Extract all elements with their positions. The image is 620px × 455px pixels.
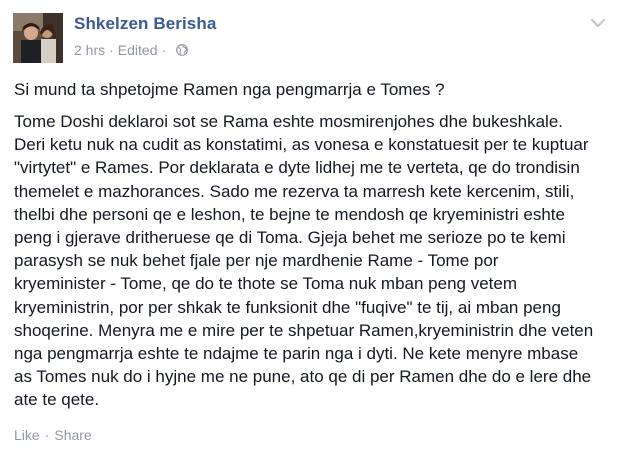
post-body-line: thelbi dhe personi qe e leshon, te bejne… bbox=[14, 204, 565, 224]
chevron-down-icon[interactable] bbox=[590, 18, 606, 28]
like-link[interactable]: Like bbox=[14, 427, 40, 443]
post-body-line: Tome Doshi deklaroi sot se Rama eshte mo… bbox=[14, 112, 563, 131]
post-body-line: ate te qete. bbox=[14, 390, 100, 410]
avatar[interactable] bbox=[13, 13, 63, 63]
edited-label[interactable]: Edited bbox=[118, 42, 158, 58]
meta-separator-2: · bbox=[161, 42, 167, 58]
post-body-line: kryeminister - Tome, qe do te thote se T… bbox=[14, 274, 518, 294]
post-body-line: Deri ketu nuk na cudit as konstatimi, as… bbox=[14, 135, 589, 155]
post-body-line: as Tomes nuk do i hyjne me ne pune, ato … bbox=[14, 367, 592, 387]
share-link[interactable]: Share bbox=[54, 427, 91, 443]
post-body-line: themelet e mazhorances. Sado me rezerva … bbox=[14, 181, 575, 201]
post-body-line: peng i gjerave dritheruese qe di Toma. G… bbox=[14, 228, 566, 248]
actions-separator: · bbox=[44, 427, 50, 443]
post-body-line: parasysh se nuk behet fjale per nje mard… bbox=[14, 251, 499, 271]
meta-separator: · bbox=[109, 42, 114, 58]
post-body-line: shoqerine. Menyra me e mire per te shpet… bbox=[14, 320, 594, 340]
post-time[interactable]: 2 hrs bbox=[74, 42, 105, 58]
facebook-post: Shkelzen Berisha 2 hrs · Edited · Si mun… bbox=[0, 0, 620, 455]
post-meta: 2 hrs · Edited · bbox=[74, 42, 189, 58]
avatar-photo bbox=[13, 13, 63, 63]
post-body-line: nga pengmarrja eshte te ndajme te parin … bbox=[14, 344, 579, 364]
post-body-line: "virtytet" e Rames. Por deklarata e dyte… bbox=[14, 158, 580, 178]
post-body-line: kryeministrin, por per shkak te funksion… bbox=[14, 297, 561, 317]
globe-icon[interactable] bbox=[176, 44, 189, 56]
author-name[interactable]: Shkelzen Berisha bbox=[74, 14, 216, 34]
post-actions: Like · Share bbox=[14, 427, 92, 443]
post-body: Tome Doshi deklaroi sot se Rama eshte mo… bbox=[14, 110, 609, 412]
post-title: Si mund ta shpetojme Ramen nga pengmarrj… bbox=[14, 80, 445, 99]
